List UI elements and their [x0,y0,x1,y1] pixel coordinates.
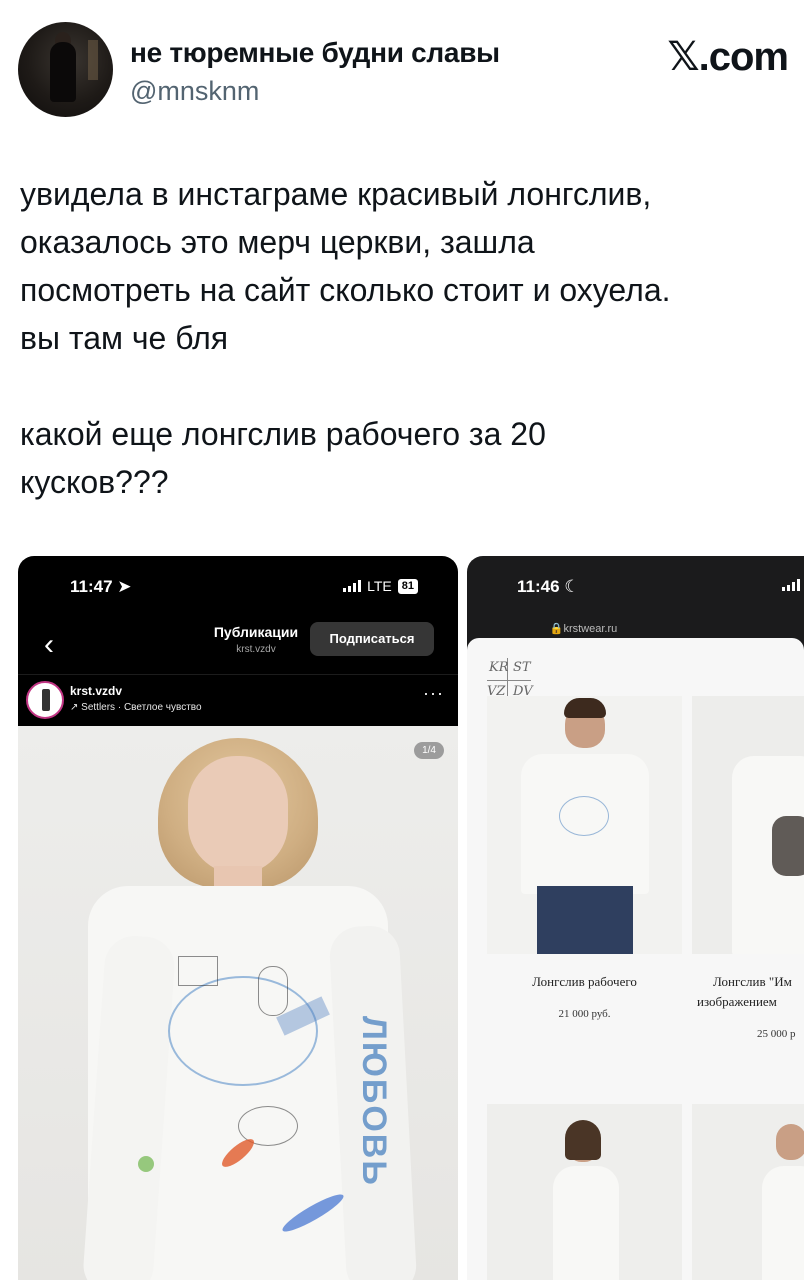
avatar-person-body [50,42,76,102]
product-image[interactable] [692,1104,804,1280]
moon-icon: ☾ [564,577,580,596]
logo-text: KR [489,660,509,675]
status-time: 11:46 ☾ [517,577,580,596]
network-type: LTE [367,578,392,594]
signal-icon [343,580,362,592]
model-hair [565,1120,601,1160]
product-image[interactable] [487,696,682,954]
tweet-header: не тюремные будни славы @mnsknm 𝕏.com [18,22,789,118]
product-image[interactable] [487,1104,682,1280]
print-sketch [559,796,609,836]
model-head [776,1124,804,1160]
status-time: 11:47 ➤ [70,577,132,596]
x-logo: 𝕏.com [667,35,789,79]
nav-title: Публикации [213,624,299,640]
longsleeve-shape [553,1166,619,1280]
model-face [188,756,288,874]
url-text: krstwear.ru [563,623,618,635]
paint-splash [138,1156,154,1172]
post-header: krst.vzdv ↗ Settlers · Светлое чувство ·… [18,674,458,726]
print-portrait [772,816,804,876]
product-name[interactable]: Лонгслив рабочего [487,974,682,990]
status-bar: 11:47 ➤ LTE 81 [18,556,458,620]
logo-text: ST [513,660,531,675]
follow-button[interactable]: Подписаться [310,622,434,656]
battery-icon: 81 [397,578,418,594]
product-price: 21 000 руб. [558,1008,611,1020]
status-bar: 11:46 ☾ [467,556,804,620]
instagram-screenshot: 11:47 ➤ LTE 81 ‹ Публикации krst.vzdv По… [18,556,458,1280]
tweet-text: увидела в инстаграме красивый лонгслив, … [20,176,671,500]
status-indicators: LTE 81 [343,578,418,594]
more-options-icon[interactable]: ··· [423,683,444,704]
nav-subtitle: krst.vzdv [236,644,276,655]
author-avatar[interactable] [18,22,113,117]
print-sketch [178,956,218,986]
author-handle[interactable]: @mnsknm [130,76,259,107]
avatar-background-light [88,40,98,80]
model-hair [564,698,606,718]
product-price: 25 000 р [757,1028,796,1040]
post-music[interactable]: ↗ Settlers · Светлое чувство [70,702,202,713]
product-name[interactable]: Лонгслив "Им [697,974,804,990]
sleeve-print-text: ЛЮБОВЬ [355,1016,393,1187]
author-name[interactable]: не тюремные будни славы [130,37,500,69]
longsleeve-shape [762,1166,804,1280]
post-account-avatar[interactable] [26,681,64,719]
jeans-shape [537,886,633,954]
lock-icon: 🔒 [549,623,564,635]
shop-screenshot: 11:46 ☾ 🔒krstwear.ru KR ST VZ DV Лонгсли… [467,556,804,1280]
location-arrow-icon: ➤ [117,577,132,596]
product-name-line2: изображением [697,994,777,1009]
post-account-name[interactable]: krst.vzdv [70,684,122,698]
instagram-nav: ‹ Публикации krst.vzdv Подписаться [18,620,458,670]
product-image[interactable] [692,696,804,954]
print-ring [168,976,318,1086]
back-chevron-icon[interactable]: ‹ [44,628,54,662]
print-sketch [258,966,288,1016]
signal-icon [782,578,800,596]
photo-counter: 1/4 [414,742,444,759]
post-photo[interactable]: ЛЮБОВЬ 1/4 [18,726,458,1280]
shop-page: KR ST VZ DV Лонгслив рабочего 21 000 руб… [467,638,804,1280]
